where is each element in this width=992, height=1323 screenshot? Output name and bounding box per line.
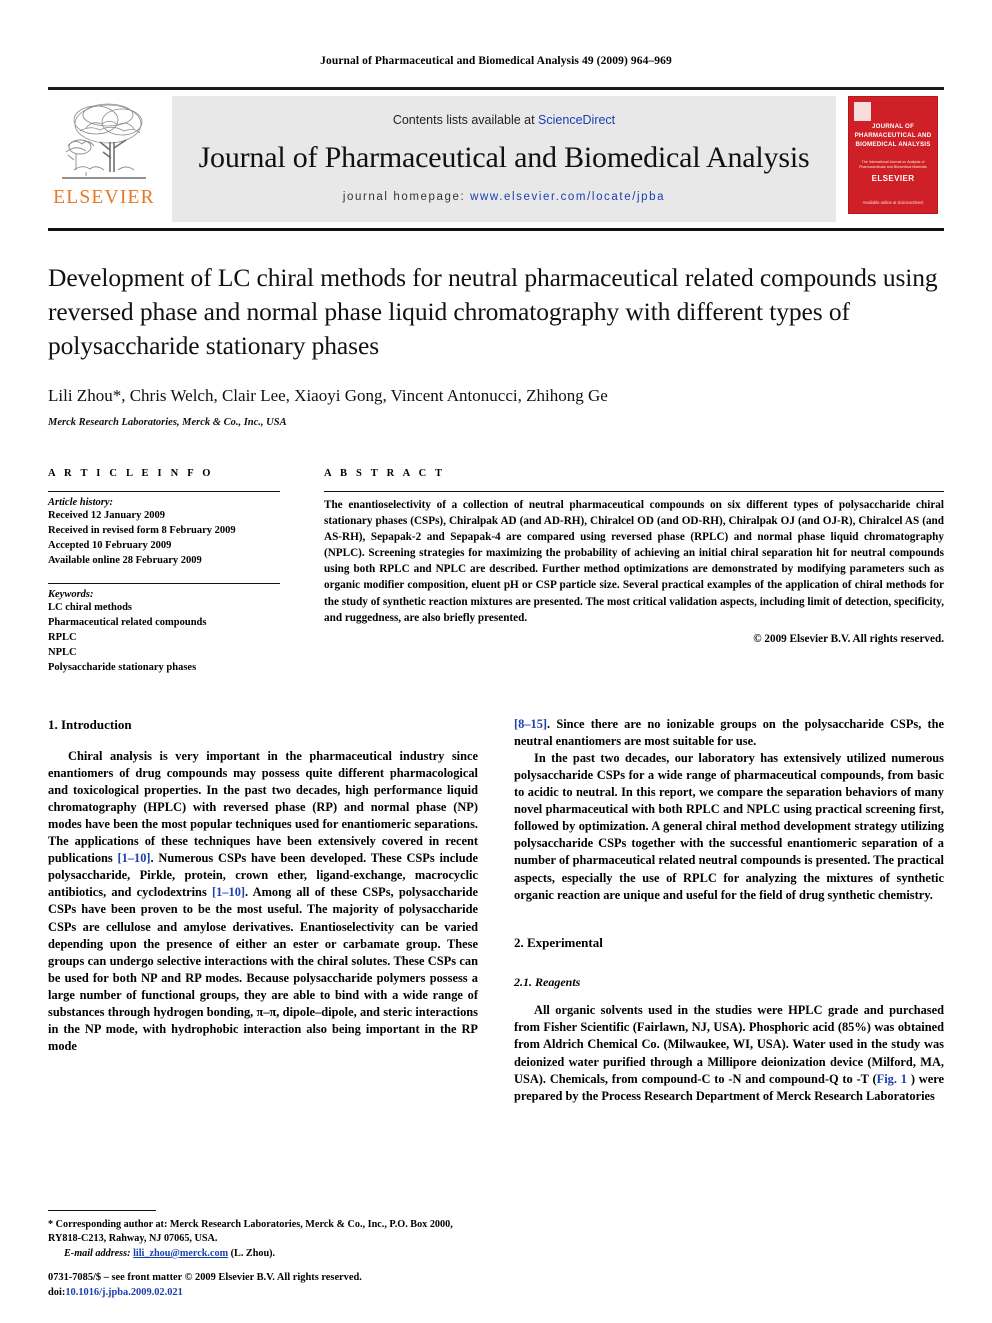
- journal-masthead: ELSEVIER Contents lists available at Sci…: [48, 87, 944, 222]
- contents-available-line: Contents lists available at ScienceDirec…: [393, 113, 615, 127]
- article-info-rule: [48, 491, 280, 493]
- email-note: E-mail address: lili_zhou@merck.com (L. …: [48, 1247, 478, 1261]
- intro-paragraph-1-cont: [8–15]. Since there are no ionizable gro…: [514, 716, 944, 750]
- history-item: Received 12 January 2009: [48, 510, 165, 522]
- keywords-label: Keywords:: [48, 589, 94, 601]
- footnote-block: * Corresponding author at: Merck Researc…: [48, 1210, 478, 1261]
- doi-label: doi:: [48, 1287, 66, 1299]
- cover-image: JOURNAL OF PHARMACEUTICAL AND BIOMEDICAL…: [848, 96, 938, 214]
- running-head: Journal of Pharmaceutical and Biomedical…: [320, 55, 672, 67]
- history-item: Received in revised form 8 February 2009: [48, 525, 236, 537]
- cover-imprint-mark: ELSEVIER: [871, 174, 915, 183]
- imprint-block: 0731-7085/$ – see front matter © 2009 El…: [48, 1270, 478, 1301]
- intro-paragraph-1: Chiral analysis is very important in the…: [48, 748, 478, 1056]
- body-column-left: 1. Introduction Chiral analysis is very …: [48, 716, 478, 1186]
- article-page: Journal of Pharmaceutical and Biomedical…: [0, 0, 992, 1323]
- footnote-rule: [48, 1210, 156, 1212]
- journal-band: Contents lists available at ScienceDirec…: [172, 96, 836, 222]
- journal-title: Journal of Pharmaceutical and Biomedical…: [198, 141, 810, 174]
- section-heading-introduction: 1. Introduction: [48, 716, 132, 732]
- intro-text-d: . Since there are no ionizable groups on…: [514, 716, 944, 748]
- title-block: Development of LC chiral methods for neu…: [48, 231, 944, 428]
- body-columns: 1. Introduction Chiral analysis is very …: [48, 716, 944, 1186]
- author-list: Lili Zhou*, Chris Welch, Clair Lee, Xiao…: [48, 386, 608, 406]
- doi-line: doi:10.1016/j.jpba.2009.02.021: [48, 1285, 478, 1301]
- sciencedirect-link[interactable]: ScienceDirect: [538, 113, 615, 127]
- elsevier-tree-icon: [62, 103, 146, 179]
- elsevier-wordmark: ELSEVIER: [53, 187, 155, 208]
- homepage-url-link[interactable]: www.elsevier.com/locate/jpba: [470, 191, 665, 203]
- intro-text-c: . Among all of these CSPs, polysaccharid…: [48, 885, 478, 1054]
- article-info-heading: A R T I C L E I N F O: [48, 468, 214, 480]
- keyword-item: RPLC: [48, 631, 77, 643]
- email-suffix: (L. Zhou).: [228, 1247, 276, 1259]
- abstract-text: The enantioselectivity of a collection o…: [324, 499, 944, 624]
- reagents-paragraph: All organic solvents used in the studies…: [514, 1002, 944, 1105]
- citation-ref[interactable]: [1–10]: [118, 851, 151, 865]
- page-title: Development of LC chiral methods for neu…: [48, 263, 938, 361]
- cover-footer-text: Available online at ScienceDirect: [862, 200, 924, 206]
- keyword-item: LC chiral methods: [48, 602, 132, 614]
- history-item: Accepted 10 February 2009: [48, 540, 172, 552]
- keywords-rule: [48, 583, 280, 585]
- cover-title-text: JOURNAL OF PHARMACEUTICAL AND BIOMEDICAL…: [854, 123, 932, 148]
- affiliation: Merck Research Laboratories, Merck & Co.…: [48, 417, 287, 429]
- cover-publisher-badge-icon: [854, 102, 871, 121]
- doi-link[interactable]: 10.1016/j.jpba.2009.02.021: [65, 1287, 182, 1298]
- email-link[interactable]: lili_zhou@merck.com: [133, 1248, 228, 1259]
- elsevier-logo: ELSEVIER: [48, 96, 160, 222]
- corresponding-author-note: * Corresponding author at: Merck Researc…: [48, 1219, 453, 1245]
- section-heading-experimental: 2. Experimental: [514, 934, 603, 950]
- article-info-column: A R T I C L E I N F O Article history: R…: [48, 468, 296, 675]
- intro-paragraph-2: In the past two decades, our laboratory …: [514, 750, 944, 902]
- cover-subtitle-text: The International Journal on Analysis of…: [859, 160, 927, 170]
- journal-homepage-line: journal homepage: www.elsevier.com/locat…: [343, 191, 665, 203]
- abstract-heading: A B S T R A C T: [324, 468, 446, 480]
- email-label: E-mail address:: [64, 1247, 131, 1259]
- keyword-item: NPLC: [48, 646, 77, 658]
- intro-text-a: Chiral analysis is very important in the…: [48, 748, 478, 866]
- homepage-prefix: journal homepage:: [342, 191, 471, 203]
- keyword-item: Pharmaceutical related compounds: [48, 616, 207, 628]
- contents-prefix: Contents lists available at: [392, 113, 539, 127]
- figure-ref[interactable]: Fig. 1: [877, 1072, 907, 1086]
- subsection-heading-reagents: 2.1. Reagents: [514, 974, 581, 989]
- info-abstract-row: A R T I C L E I N F O Article history: R…: [48, 468, 944, 675]
- journal-cover-thumbnail[interactable]: JOURNAL OF PHARMACEUTICAL AND BIOMEDICAL…: [848, 96, 944, 222]
- abstract-rule: [324, 491, 944, 493]
- keyword-item: Polysaccharide stationary phases: [48, 661, 197, 673]
- front-matter-line: 0731-7085/$ – see front matter © 2009 El…: [48, 1271, 362, 1283]
- abstract-copyright: © 2009 Elsevier B.V. All rights reserved…: [753, 632, 944, 645]
- abstract-column: A B S T R A C T The enantioselectivity o…: [296, 468, 944, 675]
- history-item: Available online 28 February 2009: [48, 555, 202, 567]
- citation-ref[interactable]: [8–15]: [514, 717, 547, 731]
- citation-ref[interactable]: [1–10]: [212, 885, 245, 899]
- article-history-label: Article history:: [48, 497, 114, 509]
- body-column-right: [8–15]. Since there are no ionizable gro…: [514, 716, 944, 1186]
